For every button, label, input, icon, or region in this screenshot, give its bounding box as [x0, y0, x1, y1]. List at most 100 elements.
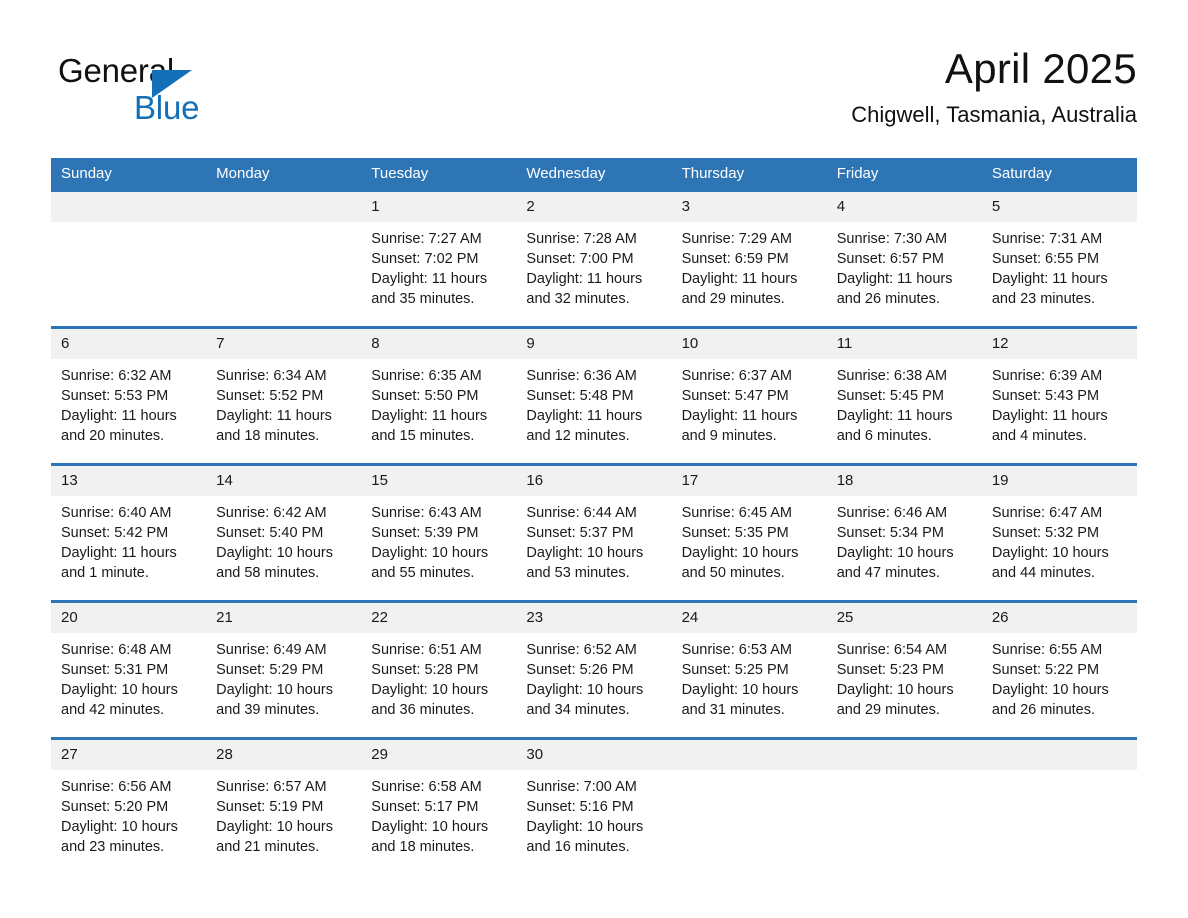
- sunset-text: Sunset: 6:55 PM: [991, 251, 1100, 267]
- day-number[interactable]: 3: [672, 192, 827, 222]
- weekday-header-monday: Monday: [216, 165, 270, 182]
- day-cell: Sunrise: 6:54 AM Sunset: 5:23 PM Dayligh…: [827, 633, 982, 737]
- sunrise-text: Sunrise: 6:47 AM: [991, 505, 1103, 521]
- sunset-text: Sunset: 5:25 PM: [681, 662, 789, 678]
- calendar-week-row: 6 7 8 9 10 11 12 Sunrise: 6:32 AM Sunset…: [51, 326, 1137, 463]
- day-number[interactable]: 27: [51, 740, 206, 770]
- sunrise-text: Sunrise: 7:00 AM: [526, 779, 637, 795]
- day-number[interactable]: 14: [206, 466, 361, 496]
- day-cell: Sunrise: 6:44 AM Sunset: 5:37 PM Dayligh…: [516, 496, 671, 600]
- day-number[interactable]: 22: [361, 603, 516, 633]
- day-number[interactable]: 23: [516, 603, 671, 633]
- day-cell: Sunrise: 6:49 AM Sunset: 5:29 PM Dayligh…: [206, 633, 361, 737]
- day-number[interactable]: 2: [516, 192, 671, 222]
- sunset-text: Sunset: 5:39 PM: [371, 525, 479, 541]
- calendar-week-row: 20 21 22 23 24 25 26 Sunrise: 6:48 AM Su…: [51, 600, 1137, 737]
- daylight-text: Daylight: 10 hours and 23 minutes.: [61, 819, 178, 855]
- day-number-row: 1 2 3 4 5: [51, 192, 1137, 222]
- day-cell: Sunrise: 6:42 AM Sunset: 5:40 PM Dayligh…: [206, 496, 361, 600]
- daylight-text: Daylight: 11 hours and 6 minutes.: [836, 408, 953, 444]
- sunrise-text: Sunrise: 6:32 AM: [61, 368, 172, 384]
- day-number[interactable]: [827, 740, 982, 770]
- sunset-text: Sunset: 5:48 PM: [526, 388, 634, 404]
- sunset-text: Sunset: 6:57 PM: [836, 251, 944, 267]
- sunrise-text: Sunrise: 6:35 AM: [371, 368, 482, 384]
- daylight-text: Daylight: 10 hours and 55 minutes.: [371, 545, 489, 581]
- day-number[interactable]: 19: [982, 466, 1137, 496]
- page-header: General Blue April 2025 Chigwell, Tasman…: [52, 42, 1137, 146]
- day-number[interactable]: 24: [672, 603, 827, 633]
- daylight-text: Daylight: 11 hours and 20 minutes.: [61, 408, 177, 444]
- sunset-text: Sunset: 7:00 PM: [526, 251, 634, 267]
- day-detail-row: Sunrise: 6:40 AM Sunset: 5:42 PM Dayligh…: [51, 496, 1137, 600]
- sunset-text: Sunset: 5:19 PM: [216, 799, 324, 815]
- day-number[interactable]: [51, 192, 206, 222]
- day-number[interactable]: 10: [672, 329, 827, 359]
- day-cell: Sunrise: 6:48 AM Sunset: 5:31 PM Dayligh…: [51, 633, 206, 737]
- calendar-week-row: 1 2 3 4 5 Sunrise: 7:27 AM Sunset: 7:02 …: [51, 189, 1137, 326]
- day-detail-row: Sunrise: 7:27 AM Sunset: 7:02 PM Dayligh…: [51, 222, 1137, 326]
- day-number[interactable]: 15: [361, 466, 516, 496]
- day-number[interactable]: 9: [516, 329, 671, 359]
- sunset-text: Sunset: 5:37 PM: [526, 525, 634, 541]
- sunset-text: Sunset: 5:40 PM: [216, 525, 324, 541]
- day-number[interactable]: 18: [827, 466, 982, 496]
- title-block: April 2025 Chigwell, Tasmania, Australia: [851, 42, 1137, 128]
- day-cell: Sunrise: 6:57 AM Sunset: 5:19 PM Dayligh…: [206, 770, 361, 874]
- day-number[interactable]: 30: [516, 740, 671, 770]
- sunrise-text: Sunrise: 7:31 AM: [991, 231, 1103, 247]
- day-number[interactable]: 12: [982, 329, 1137, 359]
- day-number-row: 27 28 29 30: [51, 740, 1137, 770]
- day-number[interactable]: 8: [361, 329, 516, 359]
- day-number[interactable]: 28: [206, 740, 361, 770]
- daylight-text: Daylight: 11 hours and 35 minutes.: [371, 271, 488, 307]
- day-cell: [982, 770, 1137, 874]
- daylight-text: Daylight: 10 hours and 31 minutes.: [681, 682, 799, 718]
- weekday-header-sunday: Sunday: [61, 165, 112, 182]
- sunset-text: Sunset: 5:32 PM: [991, 525, 1100, 541]
- sunrise-text: Sunrise: 6:36 AM: [526, 368, 637, 384]
- daylight-text: Daylight: 11 hours and 23 minutes.: [991, 271, 1108, 307]
- day-cell: Sunrise: 7:27 AM Sunset: 7:02 PM Dayligh…: [361, 222, 516, 326]
- daylight-text: Daylight: 10 hours and 58 minutes.: [216, 545, 334, 581]
- weekday-header-wednesday: Wednesday: [526, 165, 606, 182]
- sunset-text: Sunset: 5:16 PM: [526, 799, 634, 815]
- day-cell: Sunrise: 6:37 AM Sunset: 5:47 PM Dayligh…: [672, 359, 827, 463]
- day-number[interactable]: 7: [206, 329, 361, 359]
- sunset-text: Sunset: 5:31 PM: [61, 662, 169, 678]
- day-cell: [672, 770, 827, 874]
- sunrise-text: Sunrise: 6:58 AM: [371, 779, 482, 795]
- day-number[interactable]: [206, 192, 361, 222]
- daylight-text: Daylight: 11 hours and 4 minutes.: [991, 408, 1108, 444]
- day-number[interactable]: 20: [51, 603, 206, 633]
- day-number[interactable]: [982, 740, 1137, 770]
- day-number[interactable]: 26: [982, 603, 1137, 633]
- day-number[interactable]: 4: [827, 192, 982, 222]
- day-number[interactable]: 29: [361, 740, 516, 770]
- day-number[interactable]: 21: [206, 603, 361, 633]
- sunrise-text: Sunrise: 6:52 AM: [526, 642, 637, 658]
- day-number[interactable]: 11: [827, 329, 982, 359]
- day-number[interactable]: 5: [982, 192, 1137, 222]
- sunrise-text: Sunrise: 6:46 AM: [836, 505, 948, 521]
- day-cell: Sunrise: 6:53 AM Sunset: 5:25 PM Dayligh…: [672, 633, 827, 737]
- calendar-page: General Blue April 2025 Chigwell, Tasman…: [0, 0, 1188, 918]
- general-blue-logo[interactable]: General Blue: [58, 52, 318, 128]
- day-cell: Sunrise: 6:51 AM Sunset: 5:28 PM Dayligh…: [361, 633, 516, 737]
- day-number[interactable]: [672, 740, 827, 770]
- day-cell: Sunrise: 6:56 AM Sunset: 5:20 PM Dayligh…: [51, 770, 206, 874]
- sunrise-text: Sunrise: 6:54 AM: [836, 642, 948, 658]
- day-number[interactable]: 6: [51, 329, 206, 359]
- day-number-row: 20 21 22 23 24 25 26: [51, 603, 1137, 633]
- day-number[interactable]: 17: [672, 466, 827, 496]
- day-cell: Sunrise: 6:34 AM Sunset: 5:52 PM Dayligh…: [206, 359, 361, 463]
- sunrise-text: Sunrise: 7:28 AM: [526, 231, 637, 247]
- day-number[interactable]: 25: [827, 603, 982, 633]
- day-number[interactable]: 13: [51, 466, 206, 496]
- day-number[interactable]: 16: [516, 466, 671, 496]
- daylight-text: Daylight: 10 hours and 42 minutes.: [61, 682, 178, 718]
- daylight-text: Daylight: 11 hours and 9 minutes.: [681, 408, 798, 444]
- weekday-header-row: Sunday Monday Tuesday Wednesday Thursday…: [51, 158, 1137, 189]
- sunrise-text: Sunrise: 7:29 AM: [681, 231, 792, 247]
- day-number[interactable]: 1: [361, 192, 516, 222]
